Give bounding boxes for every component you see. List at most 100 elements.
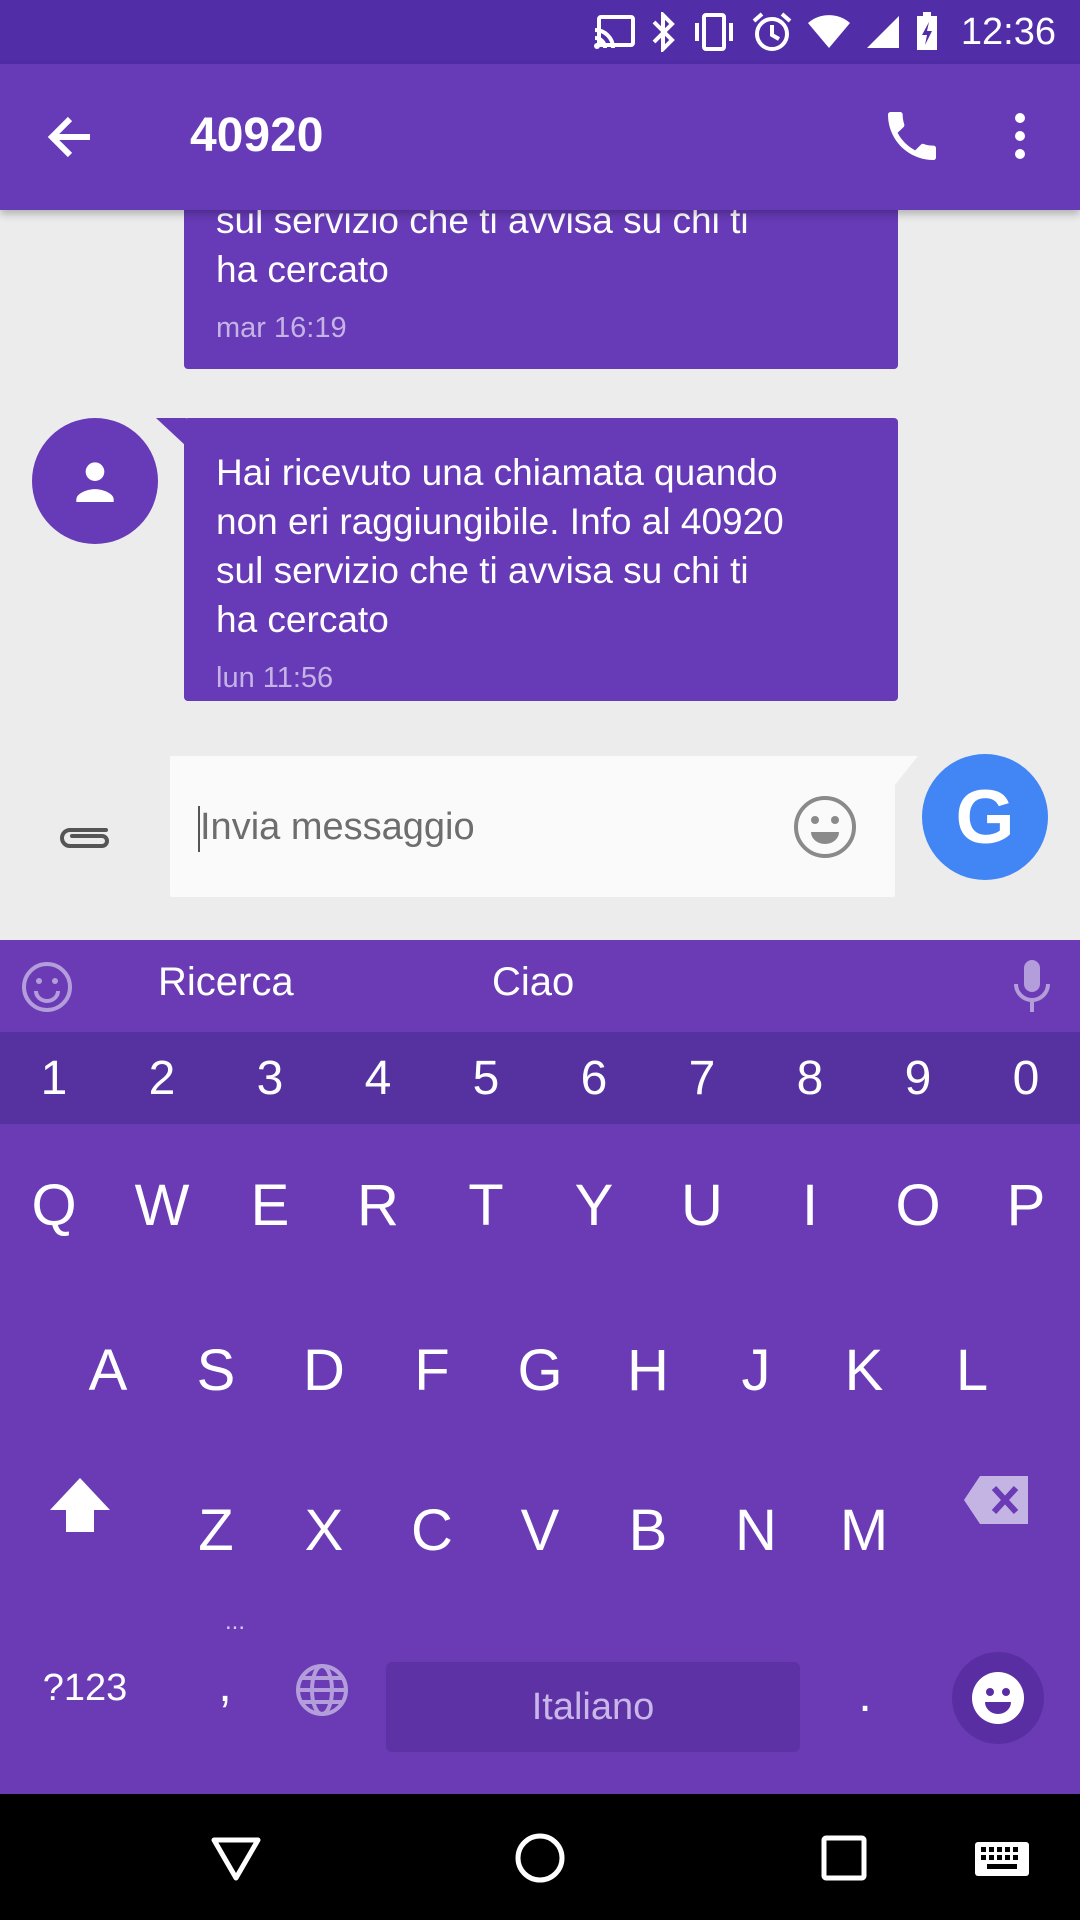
circle-home-icon [515,1833,565,1883]
symbols-key[interactable]: ?123 [30,1638,140,1738]
key-3[interactable]: 3 [216,1032,324,1124]
status-icons: 12:36 [593,0,1056,64]
keyboard-icon [975,1842,1029,1876]
key-7[interactable]: 7 [648,1032,756,1124]
key-t[interactable]: T [432,1130,540,1280]
shift-key[interactable] [40,1470,120,1546]
more-options-button[interactable] [1000,104,1040,168]
triangle-back-icon [211,1837,261,1881]
key-c[interactable]: C [378,1455,486,1605]
emoji-key[interactable] [952,1652,1044,1744]
send-button[interactable]: G [922,754,1048,880]
key-8[interactable]: 8 [756,1032,864,1124]
smiley-icon [22,962,72,1012]
key-z[interactable]: Z [162,1455,270,1605]
emoji-button[interactable] [792,794,858,860]
key-b[interactable]: B [594,1455,702,1605]
backspace-key[interactable] [962,1470,1034,1530]
bluetooth-icon [652,12,675,52]
key-s[interactable]: S [162,1295,270,1445]
key-q[interactable]: Q [0,1130,108,1280]
key-j[interactable]: J [702,1295,810,1445]
message-line: non eri raggiungibile. Info al 40920 [216,501,784,542]
key-9[interactable]: 9 [864,1032,972,1124]
paperclip-icon [60,828,109,848]
number-row: 1 2 3 4 5 6 7 8 9 0 [0,1032,1080,1124]
globe-icon [296,1664,348,1716]
nav-back-button[interactable] [208,1830,264,1886]
key-a[interactable]: A [54,1295,162,1445]
phone-icon [888,112,936,160]
message-line: sul servizio che ti avvisa su chi ti [216,550,749,591]
nav-recents-button[interactable] [816,1830,872,1886]
keyboard-switch-button[interactable] [972,1830,1032,1886]
navigation-bar [0,1794,1080,1920]
key-5[interactable]: 5 [432,1032,540,1124]
smiley-icon [972,1672,1024,1724]
key-x[interactable]: X [270,1455,378,1605]
key-l[interactable]: L [918,1295,1026,1445]
message-input[interactable]: Invia messaggio [170,756,895,897]
emoji-suggestion-button[interactable] [20,960,74,1014]
signal-icon [866,16,899,48]
message-input-placeholder: Invia messaggio [200,806,475,848]
backspace-icon [964,1476,1028,1524]
key-w[interactable]: W [108,1130,216,1280]
key-0[interactable]: 0 [972,1032,1080,1124]
compose-bar: Invia messaggio G [0,740,1080,940]
key-6[interactable]: 6 [540,1032,648,1124]
cast-icon [593,15,635,49]
key-g[interactable]: G [486,1295,594,1445]
key-k[interactable]: K [810,1295,918,1445]
key-v[interactable]: V [486,1455,594,1605]
bubble-tail [156,418,186,446]
message-line: ha cercato [216,249,389,290]
square-recents-icon [821,1835,867,1881]
key-i[interactable]: I [756,1130,864,1280]
key-o[interactable]: O [864,1130,972,1280]
vibrate-icon [694,13,733,51]
person-icon [76,462,114,502]
key-u[interactable]: U [648,1130,756,1280]
key-2[interactable]: 2 [108,1032,216,1124]
key-d[interactable]: D [270,1295,378,1445]
message-bubble[interactable]: Hai ricevuto una chiamata quando non eri… [184,418,898,701]
key-m[interactable]: M [810,1455,918,1605]
suggestion-1[interactable]: Ricerca [158,960,294,1005]
key-4[interactable]: 4 [324,1032,432,1124]
app-bar: 40920 [0,64,1080,210]
back-button[interactable] [40,107,100,167]
status-bar: 12:36 [0,0,1080,64]
key-y[interactable]: Y [540,1130,648,1280]
key-p[interactable]: P [972,1130,1080,1280]
alarm-icon [752,12,792,51]
key-r[interactable]: R [324,1130,432,1280]
more-vert-icon [1015,113,1025,159]
key-1[interactable]: 1 [0,1032,108,1124]
arrow-back-icon [47,116,90,158]
message-bubble[interactable]: sul servizio che ti avvisa su chi ti ha … [184,210,898,369]
attach-button[interactable] [50,802,120,872]
message-line: ha cercato [216,599,389,640]
suggestion-2[interactable]: Ciao [492,960,574,1005]
comma-key[interactable]: , [190,1630,260,1740]
message-line: sul servizio che ti avvisa su chi ti [216,210,749,241]
key-h[interactable]: H [594,1295,702,1445]
voice-input-button[interactable] [1010,958,1054,1016]
battery-charging-icon [916,12,937,50]
language-switch-key[interactable] [294,1662,350,1718]
message-timestamp: lun 11:56 [216,662,334,694]
keyboard: Ricerca Ciao 1 2 3 4 5 6 7 8 9 0 Q W E R… [0,940,1080,1794]
input-tail [894,756,918,786]
call-button[interactable] [880,104,944,168]
smiley-icon [794,796,856,858]
key-e[interactable]: E [216,1130,324,1280]
space-key[interactable]: Italiano [386,1662,800,1752]
key-n[interactable]: N [702,1455,810,1605]
contact-avatar[interactable] [32,418,158,544]
status-time: 12:36 [960,10,1056,53]
key-f[interactable]: F [378,1295,486,1445]
nav-home-button[interactable] [512,1830,568,1886]
conversation-title: 40920 [190,109,324,162]
period-key[interactable]: . [840,1640,890,1750]
